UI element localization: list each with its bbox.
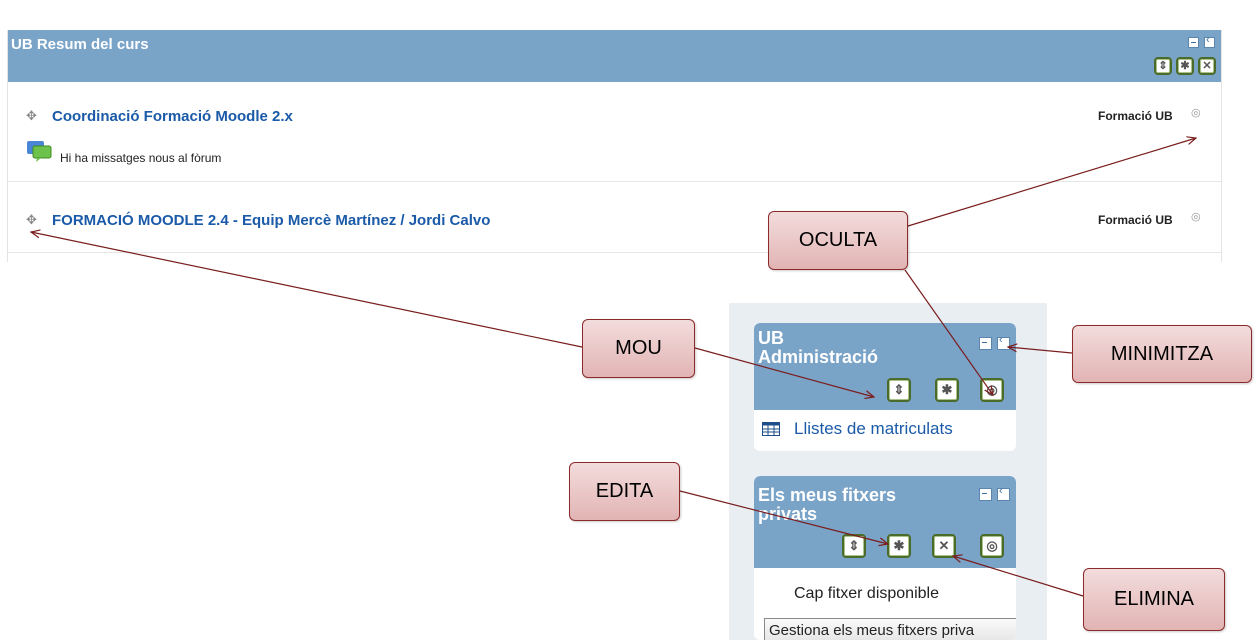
admin-block: UB Administració ⇕ ✱ ◎ Llistes de matric…: [754, 323, 1016, 451]
delete-icon[interactable]: ✕: [1198, 57, 1216, 75]
callout-oculta: OCULTA: [768, 211, 908, 270]
edit-icon[interactable]: ✱: [1176, 57, 1194, 75]
minimize-icon[interactable]: [979, 337, 992, 350]
hide-icon[interactable]: ◎: [980, 378, 1004, 402]
manage-files-button[interactable]: Gestiona els meus fitxers priva: [764, 618, 1016, 640]
minimize-icon[interactable]: [979, 488, 992, 501]
move-icon[interactable]: ⇕: [887, 378, 911, 402]
dock-icon[interactable]: [997, 485, 1010, 501]
private-files-title-line2: privats: [758, 504, 818, 524]
course-link[interactable]: FORMACIÓ MOODLE 2.4 - Equip Mercè Martín…: [52, 212, 490, 229]
private-files-title-line1: Els meus fitxers: [758, 485, 897, 505]
edit-icon[interactable]: ✱: [935, 378, 959, 402]
edit-icon[interactable]: ✱: [887, 534, 911, 558]
callout-elimina: ELIMINA: [1083, 568, 1225, 631]
admin-block-title-line1: UB: [758, 328, 784, 348]
move-icon[interactable]: ✥: [26, 212, 37, 228]
dock-icon[interactable]: [997, 334, 1010, 350]
course-overview-block: UB Resum del curs ⇕ ✱ ✕ ✥ Coordinació Fo…: [7, 30, 1222, 262]
minimize-icon[interactable]: [1188, 37, 1199, 48]
private-files-header: Els meus fitxers privats ⇕ ✱ ✕ ◎: [754, 476, 1016, 568]
divider: [8, 181, 1221, 182]
forum-icon: [27, 141, 53, 163]
private-files-block: Els meus fitxers privats ⇕ ✱ ✕ ◎ Cap fit…: [754, 476, 1016, 640]
course-overview-title: UB Resum del curs: [11, 36, 149, 53]
side-panel: UB Administració ⇕ ✱ ◎ Llistes de matric…: [729, 303, 1047, 640]
course-overview-header: UB Resum del curs ⇕ ✱ ✕: [8, 30, 1221, 82]
dock-icon[interactable]: [1204, 34, 1215, 48]
course-category: Formació UB: [1098, 213, 1173, 227]
callout-minimitza: MINIMITZA: [1072, 325, 1252, 383]
enrolled-lists-link[interactable]: Llistes de matriculats: [794, 419, 953, 439]
hide-icon[interactable]: ◎: [980, 534, 1004, 558]
delete-icon[interactable]: ✕: [932, 534, 956, 558]
divider: [8, 252, 1221, 253]
table-icon: [762, 422, 780, 436]
course-link[interactable]: Coordinació Formació Moodle 2.x: [52, 108, 293, 125]
forum-notice: Hi ha missatges nous al fòrum: [60, 151, 222, 165]
move-icon[interactable]: ⇕: [1154, 57, 1172, 75]
move-icon[interactable]: ✥: [26, 108, 37, 124]
admin-block-header: UB Administració ⇕ ✱ ◎: [754, 323, 1016, 410]
callout-edita: EDITA: [569, 462, 680, 521]
move-icon[interactable]: ⇕: [842, 534, 866, 558]
eye-icon[interactable]: ◎: [1191, 210, 1201, 223]
admin-block-title-line2: Administració: [758, 347, 879, 367]
eye-icon[interactable]: ◎: [1191, 106, 1201, 119]
callout-mou: MOU: [582, 319, 695, 378]
no-files-text: Cap fitxer disponible: [794, 585, 939, 602]
course-category: Formació UB: [1098, 109, 1173, 123]
